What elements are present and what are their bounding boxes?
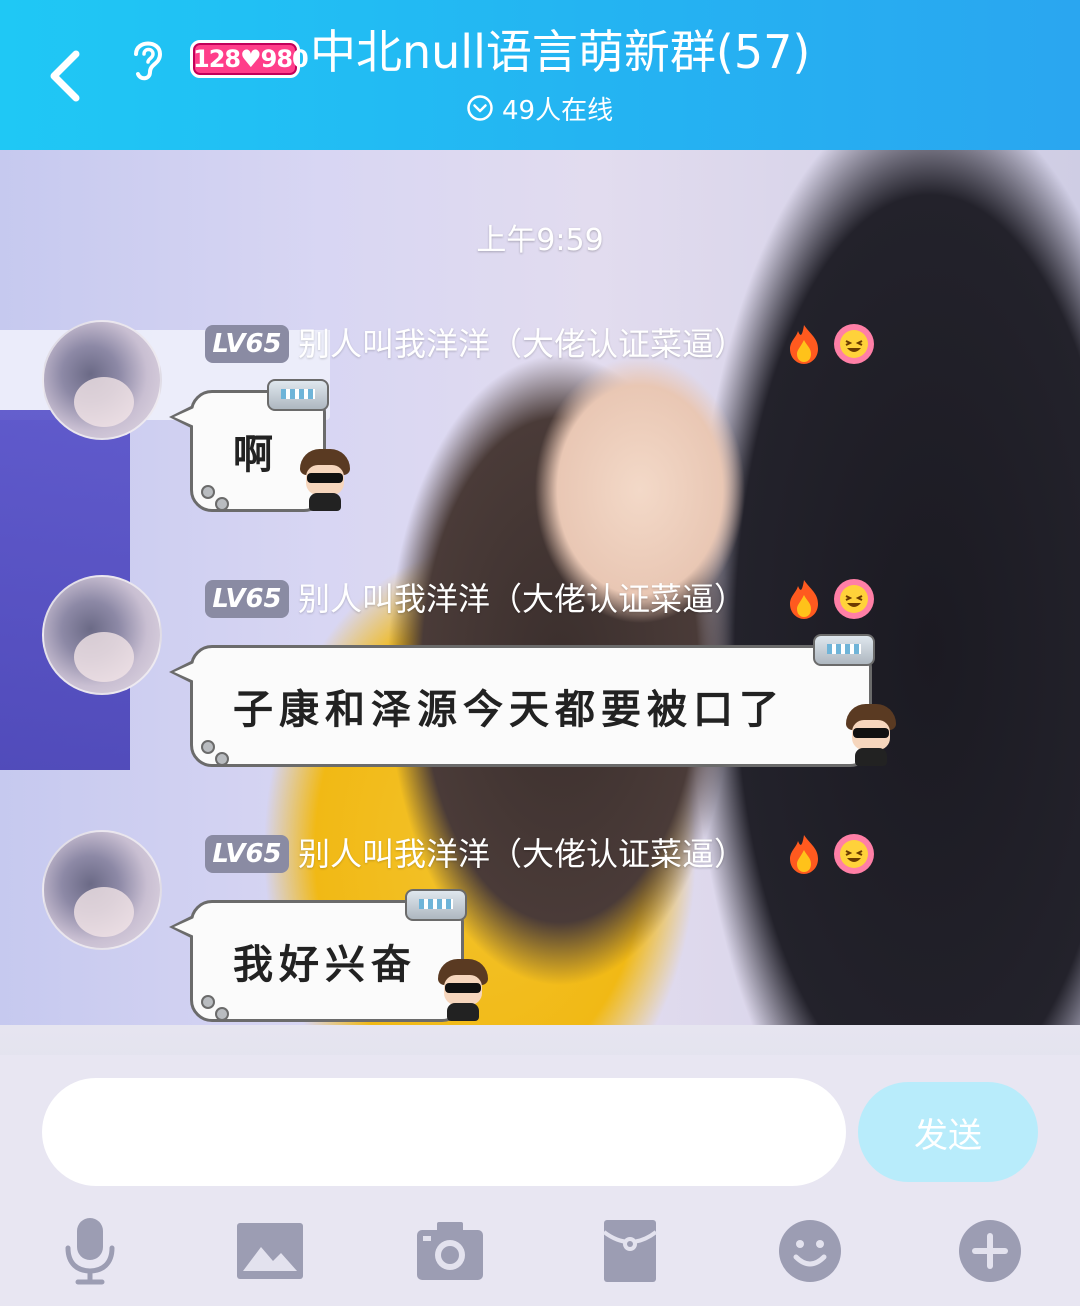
bubble-screw-decoration [215,752,229,766]
group-badge: 128♥980 [190,40,309,78]
emoji-icon [779,1220,841,1282]
message-bubble[interactable]: 我好兴奋 [169,889,488,1022]
bubble-clip-decoration [813,634,875,666]
message-item: LV65 别人叫我洋洋（大佬认证菜逼） 子康和泽源今天都要被口了 [0,575,1080,825]
fire-icon [790,835,818,874]
fire-icon [790,580,818,619]
message-text: 我好兴奋 [233,941,417,988]
message-text: 啊 [233,431,279,478]
camera-icon [417,1222,483,1280]
chevron-left-icon [50,50,80,102]
more-button[interactable] [950,1211,1030,1291]
bubble-screw-decoration [201,485,215,499]
bubble-screw-decoration [201,995,215,1009]
bubble-screw-decoration [215,497,229,511]
toolbar [0,1205,1080,1295]
sender-name[interactable]: 别人叫我洋洋（大佬认证菜逼） [298,832,746,876]
online-count: 49人在线 [502,95,614,126]
bubble-screw-decoration [201,740,215,754]
sender-name[interactable]: 别人叫我洋洋（大佬认证菜逼） [298,322,746,366]
page-title[interactable]: 中北null语言萌新群(57) [310,22,810,82]
bubble-clip-decoration [267,379,329,411]
camera-button[interactable] [410,1211,490,1291]
message-bubble[interactable]: 子康和泽源今天都要被口了 [169,634,896,767]
back-button[interactable] [40,40,100,110]
avatar[interactable] [42,575,162,695]
avatar[interactable] [42,320,162,440]
bubble-screw-decoration [215,1007,229,1021]
level-badge: LV65 [205,325,289,363]
image-icon [237,1223,303,1279]
laughing-face-icon [834,834,874,874]
bubble-clip-decoration [405,889,467,921]
cartoon-sticker-icon [843,704,899,766]
level-badge: LV65 [205,835,289,873]
red-packet-button[interactable] [590,1211,670,1291]
message-input[interactable] [42,1078,846,1186]
input-bar: 发送 [0,1055,1080,1306]
emoji-button[interactable] [770,1211,850,1291]
sender-name[interactable]: 别人叫我洋洋（大佬认证菜逼） [298,577,746,621]
red-packet-icon [602,1220,658,1282]
message-timestamp: 上午9:59 [476,223,604,258]
message-text: 子康和泽源今天都要被口了 [233,686,785,733]
laughing-face-icon [834,324,874,364]
ear-icon[interactable] [126,34,170,84]
laughing-face-icon [834,579,874,619]
send-button[interactable]: 发送 [858,1082,1038,1182]
online-status[interactable]: 49人在线 [466,90,613,126]
cartoon-sticker-icon [435,959,491,1021]
message-bubble[interactable]: 啊 [169,379,350,512]
message-item: LV65 别人叫我洋洋（大佬认证菜逼） 啊 [0,320,1080,570]
chat-header: 128♥980 中北null语言萌新群(57) 49人在线 [0,0,1080,150]
level-badge: LV65 [205,580,289,618]
avatar[interactable] [42,830,162,950]
plus-icon [959,1220,1021,1282]
image-button[interactable] [230,1211,310,1291]
message-item: LV65 别人叫我洋洋（大佬认证菜逼） 我好兴奋 [0,830,1080,1080]
fire-icon [790,325,818,364]
chevron-down-circle-icon [467,95,493,121]
voice-button[interactable] [50,1211,130,1291]
cartoon-sticker-icon [297,449,353,511]
microphone-icon [65,1218,115,1285]
